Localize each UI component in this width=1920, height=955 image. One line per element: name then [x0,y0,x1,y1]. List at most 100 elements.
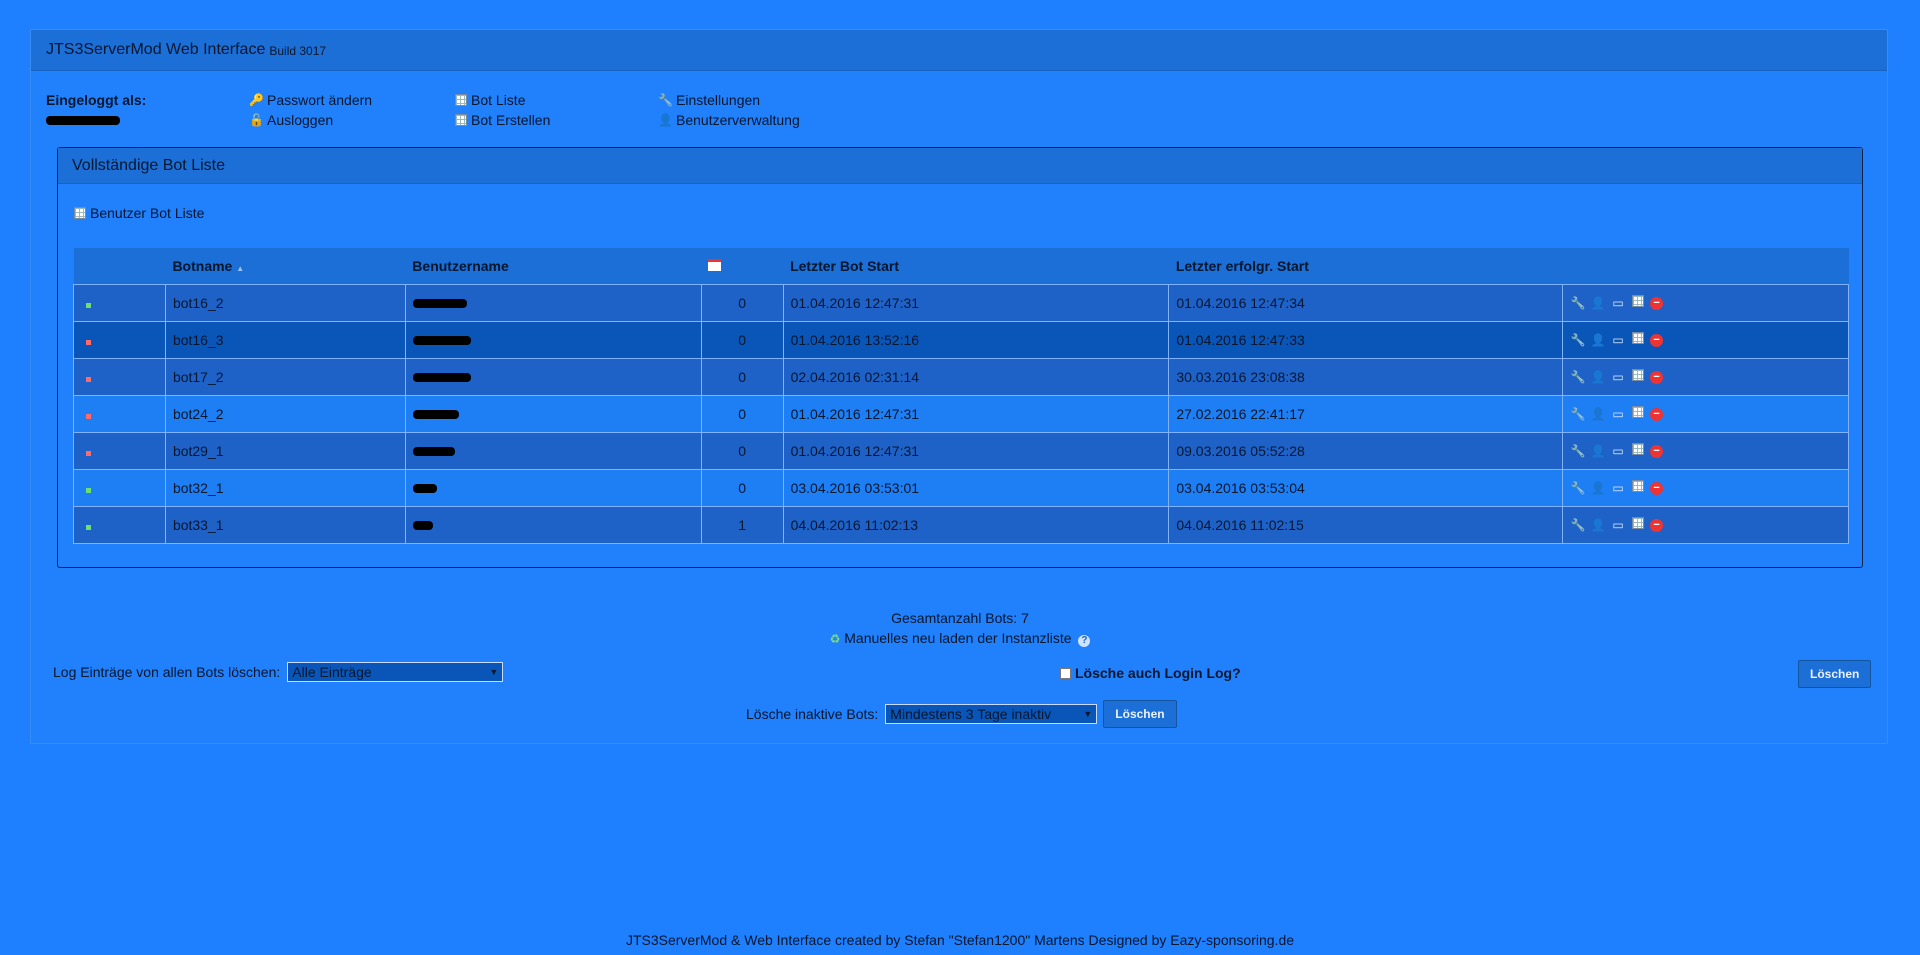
console-icon[interactable]: ▭ [1610,295,1626,311]
log-delete-button-wrap: Löschen [1798,660,1872,688]
username-cell [404,432,702,470]
table-icon[interactable] [1630,517,1646,533]
redacted-username [412,336,471,345]
actions-cell: 🔧 👤 ▭ − [1562,469,1849,507]
username-cell [404,284,702,322]
login-info: Eingeloggt als: [46,90,146,130]
settings-link[interactable]: 🔧 Einstellungen [658,90,800,110]
inactive-delete-button[interactable]: Löschen [1103,700,1177,728]
console-icon[interactable]: ▭ [1610,369,1626,385]
edit-wrench-icon[interactable]: 🔧 [1570,443,1586,459]
user-icon[interactable]: 👤 [1590,332,1606,348]
delete-icon[interactable]: − [1650,518,1664,532]
bot-list-link[interactable]: Bot Liste [455,90,550,110]
sort-asc-icon: ▲ [236,264,245,273]
username-cell [404,395,702,433]
status-header [73,248,166,285]
chevron-down-icon: ▼ [489,667,499,677]
username-header[interactable]: Benutzername [405,248,702,285]
logged-in-username [46,110,146,130]
user-bot-list-link[interactable]: Benutzer Bot Liste [74,205,204,221]
last-success-cell: 27.02.2016 22:41:17 [1168,395,1564,433]
create-bot-link[interactable]: Bot Erstellen [455,110,550,130]
delete-icon[interactable]: − [1650,481,1664,495]
redacted-username [412,521,433,530]
total-bots: Gesamtanzahl Bots: 7 [891,610,1029,626]
log-delete-button[interactable]: Löschen [1798,660,1872,688]
user-icon[interactable]: 👤 [1590,480,1606,496]
redacted-username [412,373,471,382]
table-row[interactable]: bot29_1 0 01.04.2016 12:47:31 09.03.2016 05… [73,432,1849,470]
user-icon: 👤 [658,113,673,127]
delete-icon[interactable]: − [1650,370,1664,384]
status-cell [73,506,166,544]
reload-instance-list[interactable]: ♻ Manuelles neu laden der Instanzliste ? [0,630,1920,647]
last-success-header[interactable]: Letzter erfolgr. Start [1168,248,1563,285]
delete-icon[interactable]: − [1650,296,1664,310]
table-icon [455,94,467,106]
user-management-link[interactable]: 👤 Benutzerverwaltung [658,110,800,130]
calendar-icon [708,259,722,271]
last-start-cell: 01.04.2016 12:47:31 [782,395,1170,433]
table-icon[interactable] [1630,480,1646,496]
login-log-checkbox-row[interactable]: Lösche auch Login Log? [1060,665,1241,681]
user-icon[interactable]: 👤 [1590,369,1606,385]
table-icon[interactable] [1630,332,1646,348]
inactive-delete-select[interactable]: Mindestens 3 Tage inaktiv ▼ [885,704,1098,724]
logout-link[interactable]: 🔓 Ausloggen [249,110,372,130]
edit-wrench-icon[interactable]: 🔧 [1570,406,1586,422]
username-cell [404,469,702,507]
username-cell [404,506,702,544]
login-log-checkbox[interactable] [1060,667,1071,679]
status-indicator [86,525,91,530]
help-icon[interactable]: ? [1078,635,1091,647]
console-icon[interactable]: ▭ [1610,517,1626,533]
redacted-username [412,484,437,493]
account-links: 🔑 Passwort ändern 🔓 Ausloggen [249,90,372,130]
refresh-icon: ♻ [829,632,841,646]
log-delete-select[interactable]: Alle Einträge ▼ [287,662,504,682]
table-row[interactable]: bot24_2 0 01.04.2016 12:47:31 27.02.2016 22… [73,395,1849,433]
status-indicator [86,414,91,419]
count-cell: 0 [700,284,784,322]
console-icon[interactable]: ▭ [1610,443,1626,459]
last-start-header[interactable]: Letzter Bot Start [783,248,1169,285]
table-icon[interactable] [1630,369,1646,385]
last-success-cell: 03.04.2016 03:53:04 [1168,469,1564,507]
delete-icon[interactable]: − [1650,407,1664,421]
username-cell [404,321,702,359]
edit-wrench-icon[interactable]: 🔧 [1570,332,1586,348]
table-row[interactable]: bot16_3 0 01.04.2016 13:52:16 01.04.2016 12… [73,321,1849,359]
logged-in-label: Eingeloggt als: [46,92,147,108]
user-icon[interactable]: 👤 [1590,517,1606,533]
console-icon[interactable]: ▭ [1610,332,1626,348]
table-row[interactable]: bot33_1 1 04.04.2016 11:02:13 04.04.2016 11… [73,506,1849,544]
delete-icon[interactable]: − [1650,444,1664,458]
user-icon[interactable]: 👤 [1590,295,1606,311]
botname-header[interactable]: Botname ▲ [165,248,406,285]
edit-wrench-icon[interactable]: 🔧 [1570,480,1586,496]
delete-icon[interactable]: − [1650,333,1664,347]
table-row[interactable]: bot16_2 0 01.04.2016 12:47:31 01.04.2016 12… [73,284,1849,322]
table-icon[interactable] [1630,406,1646,422]
status-cell [73,284,166,322]
console-icon[interactable]: ▭ [1610,406,1626,422]
table-icon[interactable] [1630,443,1646,459]
table-icon[interactable] [1630,295,1646,311]
edit-wrench-icon[interactable]: 🔧 [1570,295,1586,311]
change-password-link[interactable]: 🔑 Passwort ändern [249,90,372,110]
user-icon[interactable]: 👤 [1590,443,1606,459]
table-row[interactable]: bot32_1 0 03.04.2016 03:53:01 03.04.2016 03… [73,469,1849,507]
user-icon[interactable]: 👤 [1590,406,1606,422]
last-start-cell: 03.04.2016 03:53:01 [782,469,1170,507]
last-start-cell: 02.04.2016 02:31:14 [782,358,1170,396]
last-success-cell: 30.03.2016 23:08:38 [1168,358,1564,396]
console-icon[interactable]: ▭ [1610,480,1626,496]
edit-wrench-icon[interactable]: 🔧 [1570,369,1586,385]
last-start-cell: 01.04.2016 13:52:16 [782,321,1170,359]
edit-wrench-icon[interactable]: 🔧 [1570,517,1586,533]
inactive-delete-label: Lösche inaktive Bots: [746,706,879,722]
table-row[interactable]: bot17_2 0 02.04.2016 02:31:14 30.03.2016 23… [73,358,1849,396]
table-icon [74,207,86,219]
status-indicator [86,451,91,456]
